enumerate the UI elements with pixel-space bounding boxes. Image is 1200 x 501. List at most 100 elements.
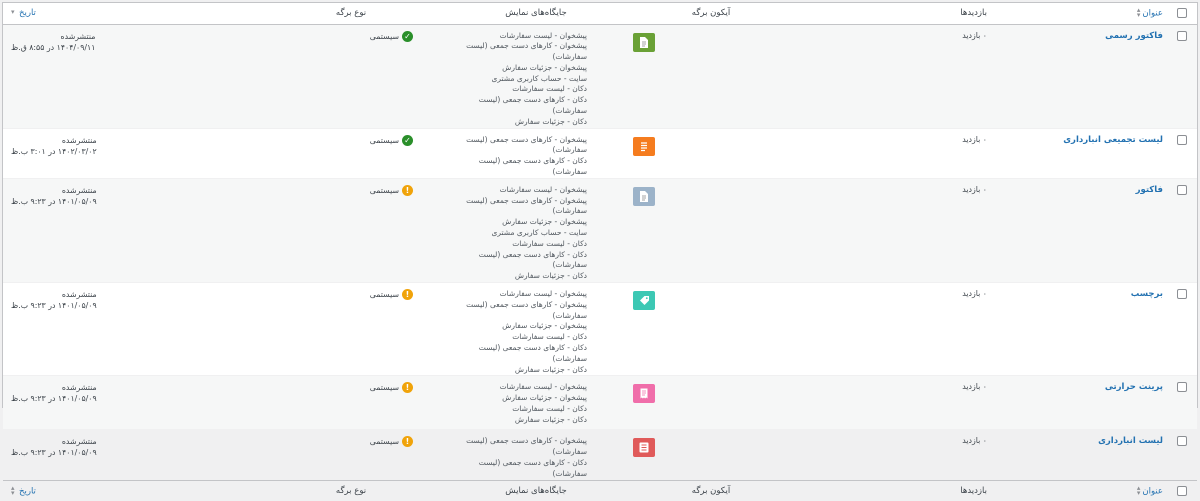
column-header-date[interactable]: تاریخ▾	[3, 3, 255, 25]
location-line: پیشخوان - لیست سفارشات	[499, 382, 587, 392]
date-cell: منتشرشده ۱۴۰۱/۰۵/۰۹ در ۹:۲۳ ب.ظ	[3, 376, 255, 430]
row-checkbox[interactable]	[1177, 436, 1187, 447]
row-checkbox[interactable]	[1177, 289, 1187, 300]
page-title-link[interactable]: پرینت حرارتی	[1105, 382, 1163, 392]
table-row: فاکتور ۰ بازدید پیشخوان - لیست سفارشات پی…	[3, 178, 1197, 283]
tag-icon	[633, 291, 655, 311]
page-type-label: سیستمی	[369, 135, 399, 145]
page-type-label: سیستمی	[369, 437, 399, 447]
page-type: ! سیستمی	[263, 289, 413, 301]
views-count: ۰ بازدید	[962, 436, 987, 446]
check-circle-icon: ✓	[402, 134, 413, 146]
table-row: فاکتور رسمی ۰ بازدید پیشخوان - لیست سفار…	[3, 24, 1197, 129]
warning-circle-icon: !	[402, 436, 413, 448]
location-line: دکان - کارهای دست جمعی (لیست سفارشات)	[478, 343, 587, 363]
location-line: پیشخوان - جزئیات سفارش	[502, 393, 587, 403]
type-cell: ! سیستمی	[255, 178, 447, 282]
location-line: سایت - حساب کاربری مشتری	[491, 228, 588, 238]
publish-status: منتشرشده	[61, 135, 97, 145]
locations-list: پیشخوان - لیست سفارشات پیشخوان - کارهای د…	[455, 185, 587, 282]
locations-cell: پیشخوان - لیست سفارشات پیشخوان - کارهای د…	[447, 178, 625, 282]
publish-status: منتشرشده	[61, 383, 97, 393]
page-type: ! سیستمی	[263, 436, 413, 448]
select-all-checkbox-footer[interactable]	[1177, 485, 1187, 496]
footer-header-icon: آیکون برگه	[625, 479, 797, 501]
page-type-label: سیستمی	[369, 290, 399, 300]
location-line: دکان - کارهای دست جمعی (لیست سفارشات)	[478, 249, 587, 270]
location-line: پیشخوان - جزئیات سفارش	[502, 62, 587, 72]
sort-arrows-icon: ▴ ▾	[11, 483, 15, 497]
page-title-link[interactable]: لیست تجمیعی انبارداری	[1063, 135, 1163, 145]
views-count: ۰ بازدید	[962, 289, 987, 299]
page-title-link[interactable]: فاکتور	[1136, 185, 1163, 195]
publish-date: ۱۴۰۱/۰۵/۰۹ در ۹:۲۳ ب.ظ	[11, 394, 97, 404]
page-title-link[interactable]: فاکتور رسمی	[1105, 31, 1163, 41]
page-type-label: سیستمی	[369, 185, 399, 195]
date-cell: منتشرشده ۱۴۰۱/۰۵/۰۹ در ۹:۲۳ ب.ظ	[3, 430, 255, 480]
warning-circle-icon: !	[402, 184, 413, 196]
views-count: ۰ بازدید	[962, 134, 987, 144]
document-icon	[633, 32, 655, 52]
column-header-title[interactable]: عنوان▴ ▾	[995, 3, 1171, 25]
type-cell: ✓ سیستمی	[255, 24, 447, 128]
location-line: دکان - لیست سفارشات	[512, 332, 587, 342]
row-checkbox[interactable]	[1177, 30, 1187, 41]
locations-cell: پیشخوان - لیست سفارشات پیشخوان - کارهای د…	[447, 283, 625, 376]
page-title-link[interactable]: لیست انبارداری	[1098, 436, 1163, 446]
column-header-icon: آیکون برگه	[625, 3, 797, 25]
location-line: دکان - جزئیات سفارش	[514, 414, 587, 424]
icon-cell	[625, 178, 797, 282]
location-line: دکان - جزئیات سفارش	[514, 271, 587, 281]
pages-table-container: عنوان▴ ▾ بازدیدها آیکون برگه جایگاه‌های ن…	[2, 2, 1198, 501]
views-count: ۰ بازدید	[962, 184, 987, 194]
location-line: سایت - حساب کاربری مشتری	[491, 73, 588, 83]
locations-cell: پیشخوان - لیست سفارشات پیشخوان - کارهای د…	[447, 24, 625, 128]
location-line: پیشخوان - لیست سفارشات	[499, 184, 587, 194]
icon-cell	[625, 128, 797, 178]
location-line: دکان - لیست سفارشات	[512, 238, 587, 248]
column-header-locations: جایگاه‌های نمایش	[447, 3, 625, 25]
publish-date: ۱۴۰۲/۰۳/۰۲ در ۳:۰۱ ب.ظ	[11, 146, 97, 156]
row-checkbox[interactable]	[1177, 382, 1187, 393]
footer-header-title[interactable]: عنوان▴ ▾	[995, 479, 1171, 501]
sort-arrows-icon: ▴ ▾	[1136, 6, 1141, 19]
type-cell: ! سیستمی	[255, 430, 447, 480]
sort-arrows-icon: ▴ ▾	[1136, 483, 1141, 497]
date-cell: منتشرشده ۱۴۰۱/۰۵/۰۹ در ۹:۲۳ ب.ظ	[3, 283, 255, 376]
footer-header-date[interactable]: تاریخ▴ ▾	[3, 479, 255, 501]
page-type: ! سیستمی	[263, 382, 413, 394]
page-type: ! سیستمی	[263, 184, 413, 196]
select-all-checkbox[interactable]	[1177, 8, 1187, 18]
date-cell: منتشرشده ۱۴۰۱/۰۵/۰۹ در ۹:۲۳ ب.ظ	[3, 178, 255, 282]
row-checkbox[interactable]	[1177, 184, 1187, 195]
table-row: پرینت حرارتی ۰ بازدید پیشخوان - لیست سفا…	[3, 375, 1197, 430]
publish-status: منتشرشده	[61, 185, 97, 195]
type-cell: ! سیستمی	[255, 283, 447, 376]
location-line: دکان - کارهای دست جمعی (لیست سفارشات)	[478, 95, 587, 116]
table-row: لیست انبارداری ۰ بازدید پیشخوان - کارهای…	[3, 430, 1197, 481]
page-title-link[interactable]: برچسب	[1131, 289, 1163, 299]
date-block: منتشرشده ۱۴۰۱/۰۵/۰۹ در ۹:۲۳ ب.ظ	[11, 436, 97, 458]
icon-cell	[625, 376, 797, 430]
row-checkbox-cell	[1171, 178, 1197, 282]
table-row: برچسب ۰ بازدید پیشخوان - لیست سفارشات پیش…	[3, 283, 1197, 376]
views-count: ۰ بازدید	[962, 382, 987, 392]
row-checkbox-cell	[1171, 283, 1197, 376]
icon-cell	[625, 283, 797, 376]
date-block: منتشرشده ۱۴۰۲/۰۳/۰۲ در ۳:۰۱ ب.ظ	[11, 135, 97, 157]
footer-header-locations: جایگاه‌های نمایش	[447, 479, 625, 501]
locations-cell: پیشخوان - لیست سفارشات پیشخوان - جزئیات س…	[447, 376, 625, 430]
location-line: پیشخوان - کارهای دست جمعی (لیست سفارشات)	[466, 134, 587, 155]
location-line: دکان - کارهای دست جمعی (لیست سفارشات)	[478, 156, 587, 177]
row-checkbox[interactable]	[1177, 134, 1187, 145]
location-line: دکان - لیست سفارشات	[512, 404, 587, 413]
location-line: پیشخوان - کارهای دست جمعی (لیست سفارشات)	[466, 41, 587, 62]
type-cell: ! سیستمی	[255, 376, 447, 430]
title-cell: فاکتور	[995, 178, 1171, 282]
location-line: دکان - کارهای دست جمعی (لیست سفارشات)	[478, 458, 587, 478]
location-line: پیشخوان - کارهای دست جمعی (لیست سفارشات)	[466, 436, 587, 457]
icon-cell	[625, 430, 797, 480]
views-cell: ۰ بازدید	[797, 178, 995, 282]
page-type-label: سیستمی	[369, 31, 399, 41]
warning-circle-icon: !	[402, 382, 413, 394]
